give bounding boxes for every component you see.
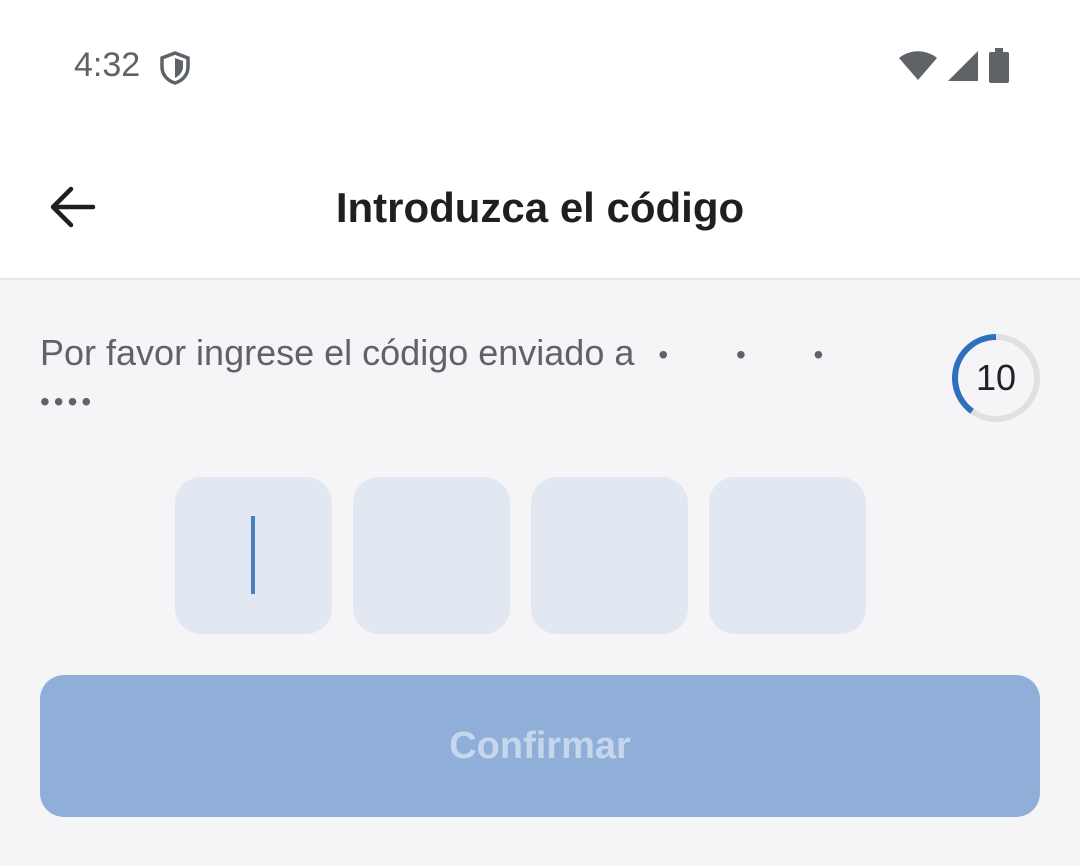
confirm-button[interactable]: Confirmar: [40, 675, 1040, 817]
instruction-label: Por favor ingrese el código enviado a: [40, 332, 635, 373]
instruction-text: Por favor ingrese el código enviado a • •…: [40, 324, 900, 420]
text-caret: [251, 516, 255, 594]
status-bar: 4:32: [0, 0, 1080, 140]
otp-digit-2[interactable]: [353, 477, 510, 634]
countdown-value: 10: [975, 357, 1017, 398]
page-title: Introduzca el código: [335, 184, 745, 231]
otp-digit-4[interactable]: [709, 477, 866, 634]
masked-destination-part1: • • •: [658, 339, 854, 371]
masked-destination-part2: ••••: [40, 386, 96, 418]
otp-input-group: [175, 477, 866, 634]
signal-icon: [946, 49, 980, 88]
app-bar: Introduzca el código: [0, 140, 1080, 278]
wifi-icon: [898, 50, 938, 87]
otp-digit-3[interactable]: [531, 477, 688, 634]
otp-digit-1[interactable]: [175, 477, 332, 634]
battery-icon: [988, 48, 1010, 89]
status-time: 4:32: [74, 46, 141, 84]
main-content: Por favor ingrese el código enviado a • •…: [0, 280, 1080, 866]
shield-icon: [158, 50, 192, 86]
